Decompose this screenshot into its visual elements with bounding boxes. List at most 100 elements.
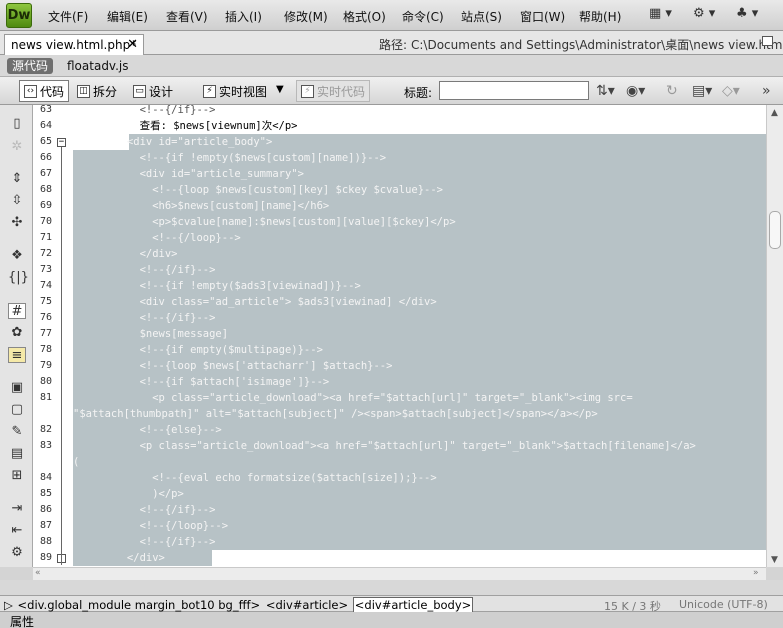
coding-toolbar: ▯ ✲ ⇕ ⇳ ✣ ❖ {|} # ✿ ≡ ▣ ▢ ✎ ▤ ⊞ ⇥ ⇤ ⚙ [0,105,33,567]
apply-comment-icon[interactable]: ▣ [8,380,26,396]
menu-edit[interactable]: 编辑(E) [107,8,148,25]
code-line: <!--{/if}--> [89,105,216,116]
code-line: <p class="article_download"><a href="$at… [89,440,696,452]
visual-aids-icon[interactable]: ◇▾ [722,83,740,99]
line-number: 65 [39,136,52,147]
code-line: <div class="ad_article"> $ads3[viewinad]… [89,296,437,308]
line-number: 79 [39,360,52,371]
line-number: 86 [39,504,52,515]
horizontal-scrollbar[interactable]: « » [33,567,766,580]
menu-commands[interactable]: 命令(C) [402,8,444,25]
code-line: <!--{/if}--> [89,536,216,548]
gear-icon[interactable]: ⚙ ▾ [693,6,715,24]
line-number: 84 [39,472,52,483]
preview-browser-icon[interactable]: ◉▾ [626,83,645,99]
menu-format[interactable]: 格式(O) [343,8,386,25]
line-number: 64 [39,120,52,131]
menu-window[interactable]: 窗口(W) [520,8,565,25]
code-line: )</p> [89,488,184,500]
balance-braces-icon[interactable]: {|} [8,270,29,286]
related-file-floatadv[interactable]: floatadv.js [67,59,129,73]
live-code-button[interactable]: ⚡ 实时代码 [296,80,371,102]
menu-insert[interactable]: 插入(I) [225,8,262,25]
highlight-invalid-code-icon[interactable]: ✿ [8,325,26,341]
line-number: 89 [39,552,52,563]
layout-icon[interactable]: ▦ ▾ [649,6,672,24]
code-view-icon: ‹› [24,85,37,98]
vertical-scroll-thumb[interactable] [769,211,781,249]
live-view-dropdown-icon[interactable]: ▼ [276,84,284,95]
code-view-label: 代码 [40,85,65,99]
split-view-button[interactable]: ◫ 拆分 [72,80,122,102]
related-files-bar: 源代码 floatadv.js [0,55,783,77]
encoding-indicator: Unicode (UTF-8) [679,598,768,611]
split-view-icon: ◫ [77,85,90,98]
code-line: 查看: $news[viewnum]次</p> [89,120,298,132]
tag-selector-arrow-icon: ▷ [4,598,13,612]
show-code-navigator-icon[interactable]: ✲ [8,139,26,155]
word-wrap-icon[interactable]: ≡ [8,347,26,363]
collapse-selection-icon[interactable]: ⇳ [8,193,26,209]
file-path: C:\Documents and Settings\Administrator\… [411,38,783,52]
recent-snippets-icon[interactable]: ▤ [8,446,26,462]
indent-code-icon[interactable]: ⇥ [8,501,26,517]
code-line: <div id="article_summary"> [89,168,304,180]
tag-div-article[interactable]: <div#article> [265,598,349,612]
select-parent-tag-icon[interactable]: ❖ [8,248,26,264]
menu-modify[interactable]: 修改(M) [284,8,328,25]
path-label: 路径: [379,38,408,52]
source-code-button[interactable]: 源代码 [7,58,54,74]
tab-news-view[interactable]: news view.html.php* ✕ [4,34,144,55]
scroll-down-icon[interactable]: ▼ [771,555,778,565]
code-line: <!--{/loop}--> [89,232,241,244]
menu-file[interactable]: 文件(F) [48,8,88,25]
tag-div-article-body[interactable]: <div#article_body> [352,597,474,613]
menu-help[interactable]: 帮助(H) [579,8,621,25]
open-documents-icon[interactable]: ▯ [8,116,26,132]
line-number: 83 [39,440,52,451]
fold-collapse-icon[interactable]: − [57,138,66,147]
code-editor[interactable]: 63 64 65−66 67 68 69 70 71 72 73 74 75 76 77 78 79 80 81 8… [33,105,766,567]
expand-all-icon[interactable]: ✣ [8,215,26,231]
design-view-button[interactable]: ▭ 设计 [128,80,178,102]
code-line: </div> [89,552,165,564]
live-code-icon: ⚡ [301,85,314,98]
menu-site[interactable]: 站点(S) [461,8,502,25]
wrap-tag-icon[interactable]: ✎ [8,424,26,440]
scroll-right-icon[interactable]: » [753,568,759,578]
outdent-code-icon[interactable]: ⇤ [8,523,26,539]
scroll-left-icon[interactable]: « [35,568,41,578]
dreamweaver-logo: Dw [6,3,32,28]
menu-view[interactable]: 查看(V) [166,8,208,25]
code-line: <div id="article_body"> [89,136,273,148]
properties-panel-header[interactable]: 属性 [0,612,783,628]
site-icon[interactable]: ♣ ▾ [736,6,758,24]
view-options-icon[interactable]: ▤▾ [692,83,712,99]
vertical-scrollbar[interactable]: ▲ ▼ [766,105,783,567]
line-number-gutter: 63 64 65−66 67 68 69 70 71 72 73 74 75 76 77 78 79 80 81 8… [33,105,73,567]
tag-div-global-module[interactable]: <div.global_module margin_bot10 bg_fff> [17,598,262,612]
restore-window-icon[interactable] [762,36,773,46]
remove-comment-icon[interactable]: ▢ [8,402,26,418]
collapse-full-tag-icon[interactable]: ⇕ [8,171,26,187]
format-source-code-icon[interactable]: ⚙ [8,545,26,561]
live-code-label: 实时代码 [317,85,366,99]
file-management-icon[interactable]: ⇅▾ [596,83,615,99]
title-input[interactable] [439,81,589,100]
live-view-button[interactable]: ⚡ 实时视图 [198,80,272,102]
close-icon[interactable]: ✕ [127,37,138,52]
line-number: 67 [39,168,52,179]
code-view-button[interactable]: ‹› 代码 [19,80,70,102]
refresh-icon[interactable]: ↻ [666,83,678,99]
live-view-label: 实时视图 [219,85,268,99]
line-numbers-icon[interactable]: # [8,303,26,319]
code-line: <!--{else}--> [89,424,222,436]
toolbar-overflow-icon[interactable]: » [762,83,771,99]
selection-highlight [73,454,766,470]
code-line: <!--{if !empty($news[custom][name])}--> [89,152,387,164]
design-view-icon: ▭ [133,85,146,98]
line-number: 85 [39,488,52,499]
line-number: 87 [39,520,52,531]
move-css-icon[interactable]: ⊞ [8,468,26,484]
scroll-up-icon[interactable]: ▲ [771,108,778,118]
